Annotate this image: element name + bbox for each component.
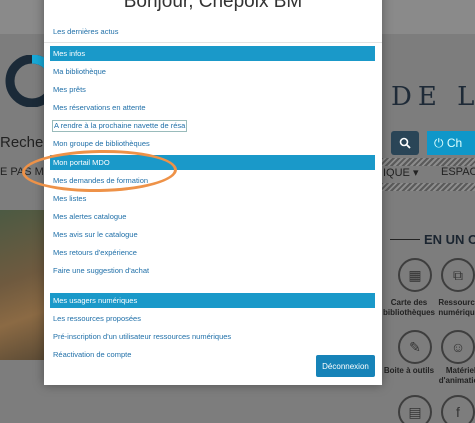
resources-icon[interactable]: ⧉: [441, 258, 475, 292]
tile-materiel[interactable]: Matériel d'animation: [434, 366, 475, 386]
tile-carte[interactable]: Carte des bibliothèques: [382, 298, 436, 318]
link-alertes-catalogue[interactable]: Mes alertes catalogue: [53, 212, 126, 222]
divider-hatch: [381, 158, 475, 166]
divider: [44, 42, 382, 43]
map-icon[interactable]: ▦: [398, 258, 432, 292]
tile-boite[interactable]: Boite à outils: [382, 366, 436, 376]
link-ressources-proposees[interactable]: Les ressources proposées: [53, 314, 141, 324]
section-title: EN UN CI: [424, 232, 475, 247]
link-ma-bibliotheque[interactable]: Ma bibliothèque: [53, 67, 106, 77]
divider-hatch: [381, 183, 475, 191]
link-mes-listes[interactable]: Mes listes: [53, 194, 86, 204]
tile-label: d'animation: [438, 376, 475, 385]
link-reservations[interactable]: Mes réservations en attente: [53, 103, 146, 113]
link-mon-groupe[interactable]: Mon groupe de bibliothèques: [53, 139, 150, 149]
tile-ressources[interactable]: Ressources numériques: [434, 298, 475, 318]
tile-label: Matériel: [445, 366, 475, 375]
link-retours-experience[interactable]: Mes retours d'expérience: [53, 248, 137, 258]
nav-item-menu[interactable]: IQUE ▾: [383, 166, 418, 179]
search-input[interactable]: Reche: [0, 134, 43, 151]
brand-title: DE L'C: [391, 82, 475, 112]
tile-label: bibliothèques: [383, 308, 435, 317]
link-suggestion-achat[interactable]: Faire une suggestion d'achat: [53, 266, 149, 276]
account-button-label: Ch: [446, 136, 463, 150]
section-header-mes-infos: Mes infos: [50, 46, 375, 61]
account-menu-modal: Bonjour, Chepoix BM Les dernières actus …: [44, 0, 382, 385]
wrench-icon[interactable]: ✎: [398, 330, 432, 364]
background-photo: [0, 210, 48, 360]
link-mes-prets[interactable]: Mes prêts: [53, 85, 86, 95]
site-logo: [5, 55, 48, 107]
animation-icon[interactable]: ☺: [441, 330, 475, 364]
power-icon: ⏻: [434, 135, 447, 150]
tile-label: Ressources: [438, 298, 475, 307]
link-latest-news[interactable]: Les dernières actus: [53, 27, 118, 37]
account-button[interactable]: ⏻ Ch: [427, 131, 475, 155]
nav-item-espace[interactable]: ESPAC: [441, 166, 475, 178]
tile-label: numériques: [438, 308, 475, 317]
greeting: Bonjour, Chepoix BM: [123, 0, 303, 12]
facebook-icon[interactable]: f: [441, 395, 475, 423]
link-reactivation[interactable]: Réactivation de compte: [53, 350, 131, 360]
link-pre-inscription[interactable]: Pré-inscription d'un utilisateur ressour…: [53, 332, 231, 342]
section-header-usagers: Mes usagers numériques: [50, 293, 375, 308]
book-icon[interactable]: ▤: [398, 395, 432, 423]
tile-label: Carte des: [390, 298, 428, 307]
link-avis-catalogue[interactable]: Mes avis sur le catalogue: [53, 230, 138, 240]
section-rule: [390, 239, 420, 240]
search-icon: [399, 137, 411, 149]
tile-label: Boite à outils: [383, 366, 435, 375]
logout-button[interactable]: Déconnexion: [316, 355, 375, 377]
link-a-rendre[interactable]: A rendre à la prochaine navette de résa: [52, 120, 188, 132]
search-button[interactable]: [391, 131, 419, 155]
